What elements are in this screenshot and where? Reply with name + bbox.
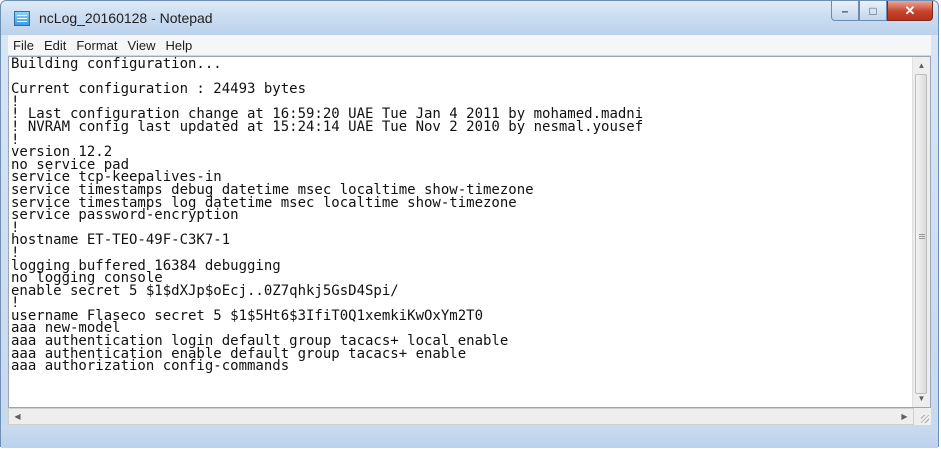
minimize-icon: – — [841, 3, 849, 18]
notepad-window: ncLog_20160128 - Notepad – □ ✕ File Edit… — [0, 0, 939, 448]
menu-format[interactable]: Format — [71, 38, 122, 53]
menu-file[interactable]: File — [8, 38, 39, 53]
maximize-button[interactable]: □ — [859, 1, 887, 21]
menu-bar: File Edit Format View Help — [8, 35, 931, 56]
notepad-icon[interactable] — [14, 11, 30, 26]
window-bottom-frame — [1, 425, 938, 448]
menu-edit[interactable]: Edit — [39, 38, 71, 53]
resize-corner[interactable] — [914, 408, 931, 425]
horizontal-scrollbar[interactable]: ◀ ▶ — [8, 408, 914, 425]
menu-help[interactable]: Help — [160, 38, 197, 53]
scroll-left-arrow-icon[interactable]: ◀ — [9, 409, 26, 424]
title-bar[interactable]: ncLog_20160128 - Notepad – □ ✕ — [1, 1, 938, 35]
caption-buttons: – □ ✕ — [831, 1, 933, 23]
scroll-up-arrow-icon[interactable]: ▲ — [913, 57, 930, 74]
resize-grip-icon — [921, 415, 929, 423]
document-text[interactable]: Building configuration... Current config… — [11, 57, 643, 373]
text-editor[interactable]: Building configuration... Current config… — [8, 56, 931, 408]
vertical-scrollbar[interactable]: ▲ ▼ — [912, 57, 930, 407]
minimize-button[interactable]: – — [831, 1, 859, 21]
maximize-icon: □ — [869, 3, 877, 18]
scroll-down-arrow-icon[interactable]: ▼ — [913, 390, 930, 407]
scroll-grip-icon — [919, 234, 925, 240]
menu-view[interactable]: View — [123, 38, 161, 53]
close-button[interactable]: ✕ — [887, 1, 933, 21]
vertical-scroll-thumb[interactable] — [915, 74, 927, 394]
window-title: ncLog_20160128 - Notepad — [39, 10, 213, 26]
close-icon: ✕ — [904, 2, 916, 18]
scroll-right-arrow-icon[interactable]: ▶ — [896, 409, 913, 424]
